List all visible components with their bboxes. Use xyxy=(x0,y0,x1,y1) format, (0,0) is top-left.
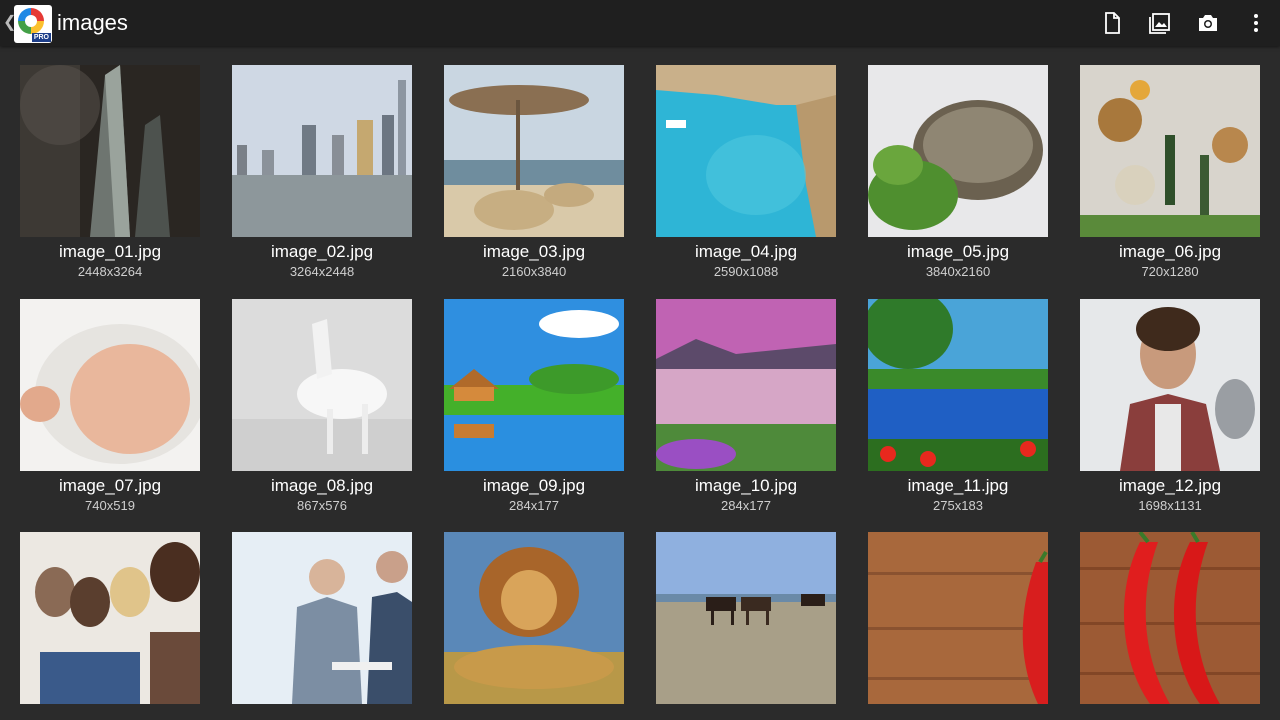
more-vert-icon[interactable] xyxy=(1244,11,1268,35)
file-dimensions: 2448x3264 xyxy=(77,264,143,279)
thumbnail[interactable] xyxy=(444,299,624,471)
file-name: image_11.jpg xyxy=(907,476,1009,495)
file-name: image_12.jpg xyxy=(1118,476,1222,495)
file-dimensions: 1698x1131 xyxy=(1138,498,1202,513)
file-name: image_06.jpg xyxy=(1118,242,1222,261)
thumbnail[interactable] xyxy=(1080,299,1260,471)
thumbnail[interactable] xyxy=(656,299,836,471)
thumbnail[interactable] xyxy=(20,532,200,704)
file-dimensions: 3264x2448 xyxy=(289,264,355,279)
camera-icon[interactable] xyxy=(1196,11,1220,35)
file-dimensions: 284x177 xyxy=(721,498,771,513)
thumbnail[interactable] xyxy=(868,532,1048,704)
file-dimensions: 275x183 xyxy=(933,498,983,513)
thumbnail[interactable] xyxy=(1080,532,1260,704)
thumbnail[interactable] xyxy=(232,299,412,471)
file-name: image_07.jpg xyxy=(58,476,162,495)
file-name: image_02.jpg xyxy=(270,242,374,261)
file-name: image_05.jpg xyxy=(906,242,1010,261)
thumbnail[interactable] xyxy=(656,65,836,237)
file-name: image_10.jpg xyxy=(694,476,798,495)
thumbnail[interactable] xyxy=(20,65,200,237)
file-name: image_08.jpg xyxy=(270,476,374,495)
thumbnail[interactable] xyxy=(1080,65,1260,237)
file-dimensions: 740x519 xyxy=(85,498,135,513)
file-name: image_04.jpg xyxy=(694,242,798,261)
file-dimensions: 720x1280 xyxy=(1141,264,1199,279)
file-dimensions: 2160x3840 xyxy=(501,264,567,279)
file-name: image_01.jpg xyxy=(58,242,162,261)
thumbnail[interactable] xyxy=(868,65,1048,237)
gallery-icon[interactable] xyxy=(1148,11,1172,35)
file-dimensions: 867x576 xyxy=(297,498,347,513)
app-toolbar: ❮ PRO images xyxy=(0,0,1280,46)
file-name: image_09.jpg xyxy=(482,476,586,495)
thumbnail[interactable] xyxy=(20,299,200,471)
thumbnail[interactable] xyxy=(656,532,836,704)
thumbnail[interactable] xyxy=(232,65,412,237)
folder-title: images xyxy=(57,10,128,35)
logo-badge: PRO xyxy=(31,33,51,42)
file-dimensions: 3840x2160 xyxy=(925,264,991,279)
thumbnail[interactable] xyxy=(444,65,624,237)
app-logo-icon[interactable]: PRO xyxy=(14,5,52,43)
file-dimensions: 284x177 xyxy=(509,498,559,513)
file-dimensions: 2590x1088 xyxy=(713,264,779,279)
file-name: image_03.jpg xyxy=(482,242,586,261)
file-icon[interactable] xyxy=(1100,11,1124,35)
thumbnail[interactable] xyxy=(232,532,412,704)
thumbnail[interactable] xyxy=(444,532,624,704)
thumbnail[interactable] xyxy=(868,299,1048,471)
